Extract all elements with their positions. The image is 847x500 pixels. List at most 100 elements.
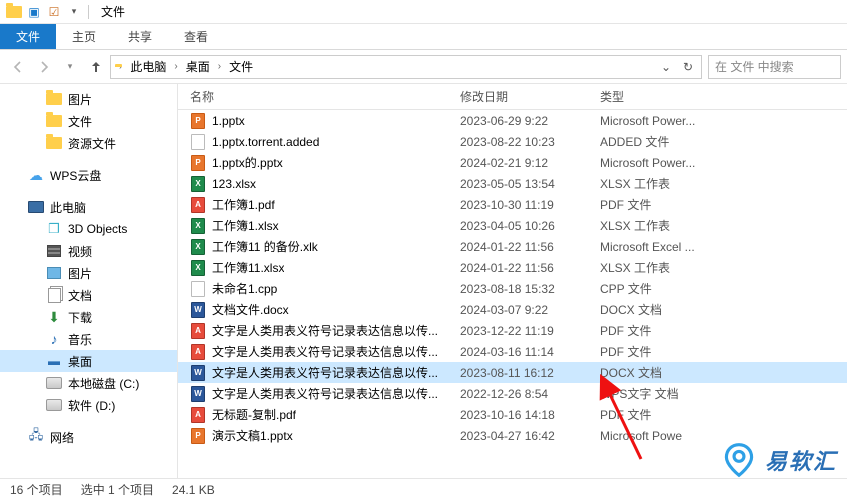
tree-item-disk-c[interactable]: 本地磁盘 (C:) <box>0 372 177 394</box>
file-name: 文字是人类用表义符号记录表达信息以传... <box>212 364 438 381</box>
tree-label: 网络 <box>50 429 74 446</box>
back-button[interactable] <box>6 55 30 79</box>
desktop-icon: ▬ <box>46 353 62 369</box>
tree-label: 音乐 <box>68 331 92 348</box>
col-header-name[interactable]: 名称 <box>178 88 448 105</box>
col-header-date[interactable]: 修改日期 <box>448 88 588 105</box>
file-row[interactable]: X123.xlsx2023-05-05 13:54XLSX 工作表 <box>178 173 847 194</box>
status-bar: 16 个项目 选中 1 个项目 24.1 KB <box>0 478 847 500</box>
search-input[interactable]: 在 文件 中搜索 <box>708 55 841 79</box>
breadcrumb[interactable]: 桌面 <box>182 58 214 75</box>
file-row[interactable]: A工作簿1.pdf2023-10-30 11:19PDF 文件 <box>178 194 847 215</box>
file-date: 2023-05-05 13:54 <box>448 177 588 191</box>
file-name: 1.pptx <box>212 114 245 128</box>
up-button[interactable] <box>84 55 108 79</box>
file-date: 2023-10-30 11:19 <box>448 198 588 212</box>
chevron-right-icon[interactable]: › <box>174 61 177 72</box>
file-list[interactable]: P 1.pptx 2023-06-29 9:22 Microsoft Power...… <box>178 110 847 478</box>
file-date: 2023-08-22 10:23 <box>448 135 588 149</box>
file-row[interactable]: 1.pptx.torrent.added2023-08-22 10:23ADDE… <box>178 131 847 152</box>
tab-view[interactable]: 查看 <box>168 24 224 49</box>
file-type: Microsoft Power... <box>588 156 847 170</box>
file-type-icon: X <box>190 218 206 234</box>
file-type: ADDED 文件 <box>588 133 847 150</box>
tab-file[interactable]: 文件 <box>0 24 56 49</box>
tree-label: 图片 <box>68 91 92 108</box>
cloud-icon: ☁ <box>28 167 44 183</box>
tree-item-files[interactable]: 文件 <box>0 110 177 132</box>
recent-dropdown-icon[interactable]: ▾ <box>58 55 82 79</box>
file-row[interactable]: W文档文件.docx2024-03-07 9:22DOCX 文档 <box>178 299 847 320</box>
tree-label: 文件 <box>68 113 92 130</box>
file-name: 1.pptx的.pptx <box>212 154 283 171</box>
tree-label: 软件 (D:) <box>68 397 115 414</box>
file-row[interactable]: X工作簿11.xlsx2024-01-22 11:56XLSX 工作表 <box>178 257 847 278</box>
tree-item-pictures[interactable]: 图片 <box>0 88 177 110</box>
file-name: 无标题-复制.pdf <box>212 406 296 423</box>
tree-item-desktop[interactable]: ▬桌面 <box>0 350 177 372</box>
file-name: 工作簿11.xlsx <box>212 259 284 276</box>
video-icon <box>46 243 62 259</box>
tree-item-thispc[interactable]: 此电脑 <box>0 196 177 218</box>
file-row[interactable]: W文字是人类用表义符号记录表达信息以传...2022-12-26 8:54WPS… <box>178 383 847 404</box>
tree-item-music[interactable]: ♪音乐 <box>0 328 177 350</box>
file-type-icon: X <box>190 260 206 276</box>
documents-icon <box>46 287 62 303</box>
qat-dropdown-icon[interactable]: ▾ <box>66 4 82 20</box>
address-bar[interactable]: › 此电脑 › 桌面 › 文件 ⌄ ↻ <box>110 55 702 79</box>
file-type-icon: W <box>190 386 206 402</box>
file-type-icon: P <box>190 428 206 444</box>
pc-icon <box>28 199 44 215</box>
file-name: 工作簿1.pdf <box>212 196 275 213</box>
col-header-type[interactable]: 类型 <box>588 88 847 105</box>
tree-item-network[interactable]: 🖧网络 <box>0 426 177 448</box>
breadcrumb[interactable]: 此电脑 <box>126 58 170 75</box>
file-row[interactable]: 未命名1.cpp2023-08-18 15:32CPP 文件 <box>178 278 847 299</box>
chevron-right-icon[interactable]: › <box>119 61 122 72</box>
address-dropdown-icon[interactable]: ⌄ <box>657 60 675 74</box>
tree-item-3dobjects[interactable]: ❒3D Objects <box>0 218 177 240</box>
qat-properties-icon[interactable]: ▣ <box>26 4 42 20</box>
tree-item-downloads[interactable]: ⬇下载 <box>0 306 177 328</box>
file-date: 2023-04-05 10:26 <box>448 219 588 233</box>
tree-item-resources[interactable]: 资源文件 <box>0 132 177 154</box>
forward-button[interactable] <box>32 55 56 79</box>
tree-item-documents[interactable]: 文档 <box>0 284 177 306</box>
disk-icon <box>46 397 62 413</box>
tree-label: WPS云盘 <box>50 167 101 184</box>
file-type: DOCX 文档 <box>588 301 847 318</box>
file-type-icon: P <box>190 113 206 129</box>
folder-icon <box>46 135 62 151</box>
file-row[interactable]: A文字是人类用表义符号记录表达信息以传...2023-12-22 11:19PD… <box>178 320 847 341</box>
titlebar: ▣ ☑ ▾ 文件 <box>0 0 847 24</box>
file-row[interactable]: P1.pptx2023-06-29 9:22Microsoft Power... <box>178 110 847 131</box>
chevron-right-icon[interactable]: › <box>218 61 221 72</box>
file-row[interactable]: P1.pptx的.pptx2024-02-21 9:12Microsoft Po… <box>178 152 847 173</box>
tab-share[interactable]: 共享 <box>112 24 168 49</box>
file-type: XLSX 工作表 <box>588 175 847 192</box>
file-date: 2023-06-29 9:22 <box>448 114 588 128</box>
file-row[interactable]: X工作簿11 的备份.xlk2024-01-22 11:56Microsoft … <box>178 236 847 257</box>
tree-item-pictures2[interactable]: 图片 <box>0 262 177 284</box>
tree-label: 此电脑 <box>50 199 86 216</box>
file-type: PDF 文件 <box>588 322 847 339</box>
status-size: 24.1 KB <box>172 483 215 497</box>
file-type: XLSX 工作表 <box>588 259 847 276</box>
qat-paste-icon[interactable]: ☑ <box>46 4 62 20</box>
tree-item-disk-d[interactable]: 软件 (D:) <box>0 394 177 416</box>
file-row[interactable]: W文字是人类用表义符号记录表达信息以传...2023-08-11 16:12DO… <box>178 362 847 383</box>
file-row[interactable]: A无标题-复制.pdf2023-10-16 14:18PDF 文件 <box>178 404 847 425</box>
tab-home[interactable]: 主页 <box>56 24 112 49</box>
watermark: 易软汇 <box>721 442 837 478</box>
file-row[interactable]: A文字是人类用表义符号记录表达信息以传...2024-03-16 11:14PD… <box>178 341 847 362</box>
file-row[interactable]: X工作簿1.xlsx2023-04-05 10:26XLSX 工作表 <box>178 215 847 236</box>
tree-item-wps-cloud[interactable]: ☁ WPS云盘 <box>0 164 177 186</box>
file-name: 文字是人类用表义符号记录表达信息以传... <box>212 322 438 339</box>
tree-item-videos[interactable]: 视频 <box>0 240 177 262</box>
breadcrumb[interactable]: 文件 <box>225 58 257 75</box>
file-name: 文档文件.docx <box>212 301 289 318</box>
file-type: WPS文字 文档 <box>588 385 847 402</box>
file-type: CPP 文件 <box>588 280 847 297</box>
refresh-icon[interactable]: ↻ <box>679 60 697 74</box>
file-date: 2024-01-22 11:56 <box>448 240 588 254</box>
